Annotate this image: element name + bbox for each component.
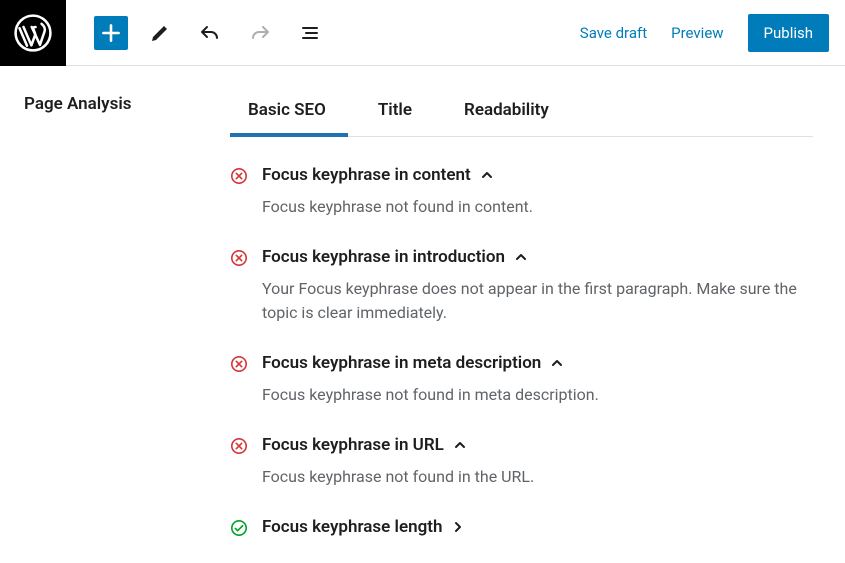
publish-button[interactable]: Publish — [748, 14, 829, 52]
analysis-items-list: Focus keyphrase in content Focus keyphra… — [230, 137, 813, 559]
error-status-icon — [230, 167, 248, 185]
analysis-item-description: Your Focus keyphrase does not appear in … — [262, 277, 813, 325]
pencil-icon — [148, 21, 172, 45]
ok-status-icon — [230, 519, 248, 537]
analysis-panel: Basic SEO Title Readability Focus keyphr… — [230, 66, 845, 559]
error-status-icon — [230, 355, 248, 373]
undo-icon — [198, 21, 222, 45]
editor-top-toolbar: Save draft Preview Publish — [0, 0, 845, 66]
analysis-item-title: Focus keyphrase in introduction — [262, 247, 505, 267]
chevron-up-icon — [479, 167, 495, 183]
analysis-tabs: Basic SEO Title Readability — [230, 94, 813, 137]
tab-readability[interactable]: Readability — [464, 94, 549, 136]
analysis-item-title: Focus keyphrase in meta description — [262, 353, 541, 373]
undo-button[interactable] — [192, 15, 228, 51]
analysis-item-title: Focus keyphrase length — [262, 517, 442, 537]
preview-button[interactable]: Preview — [671, 24, 723, 42]
analysis-item-description: Focus keyphrase not found in meta descri… — [262, 383, 813, 407]
wordpress-icon — [14, 14, 52, 52]
analysis-item-toggle[interactable]: Focus keyphrase in introduction — [262, 247, 813, 267]
analysis-item: Focus keyphrase in meta description Focu… — [230, 347, 813, 429]
outline-icon — [298, 21, 322, 45]
page-analysis-heading: Page Analysis — [24, 94, 230, 114]
edit-mode-button[interactable] — [142, 15, 178, 51]
analysis-item-toggle[interactable]: Focus keyphrase in meta description — [262, 353, 813, 373]
chevron-right-icon — [450, 519, 466, 535]
error-status-icon — [230, 437, 248, 455]
analysis-item: Focus keyphrase in URL Focus keyphrase n… — [230, 429, 813, 511]
add-block-button[interactable] — [94, 16, 128, 50]
chevron-up-icon — [513, 249, 529, 265]
redo-button[interactable] — [242, 15, 278, 51]
analysis-item: Focus keyphrase in introduction Your Foc… — [230, 241, 813, 347]
chevron-up-icon — [452, 437, 468, 453]
panel-heading-area: Page Analysis — [0, 66, 230, 559]
document-outline-button[interactable] — [292, 15, 328, 51]
save-draft-button[interactable]: Save draft — [580, 24, 647, 42]
wordpress-logo-button[interactable] — [0, 0, 66, 66]
plus-icon — [98, 20, 124, 46]
toolbar-right-group: Save draft Preview Publish — [580, 14, 845, 52]
analysis-item-toggle[interactable]: Focus keyphrase in URL — [262, 435, 813, 455]
analysis-item-description: Focus keyphrase not found in content. — [262, 195, 813, 219]
analysis-item: Focus keyphrase in content Focus keyphra… — [230, 159, 813, 241]
analysis-item-description: Focus keyphrase not found in the URL. — [262, 465, 813, 489]
error-status-icon — [230, 249, 248, 267]
analysis-item-toggle[interactable]: Focus keyphrase in content — [262, 165, 813, 185]
analysis-item-title: Focus keyphrase in URL — [262, 435, 444, 455]
chevron-up-icon — [549, 355, 565, 371]
tab-title[interactable]: Title — [378, 94, 412, 136]
tab-basic-seo[interactable]: Basic SEO — [248, 94, 326, 136]
analysis-item-title: Focus keyphrase in content — [262, 165, 471, 185]
redo-icon — [248, 21, 272, 45]
analysis-item-toggle[interactable]: Focus keyphrase length — [262, 517, 813, 537]
analysis-item: Focus keyphrase length — [230, 511, 813, 559]
toolbar-left-group — [66, 15, 328, 51]
